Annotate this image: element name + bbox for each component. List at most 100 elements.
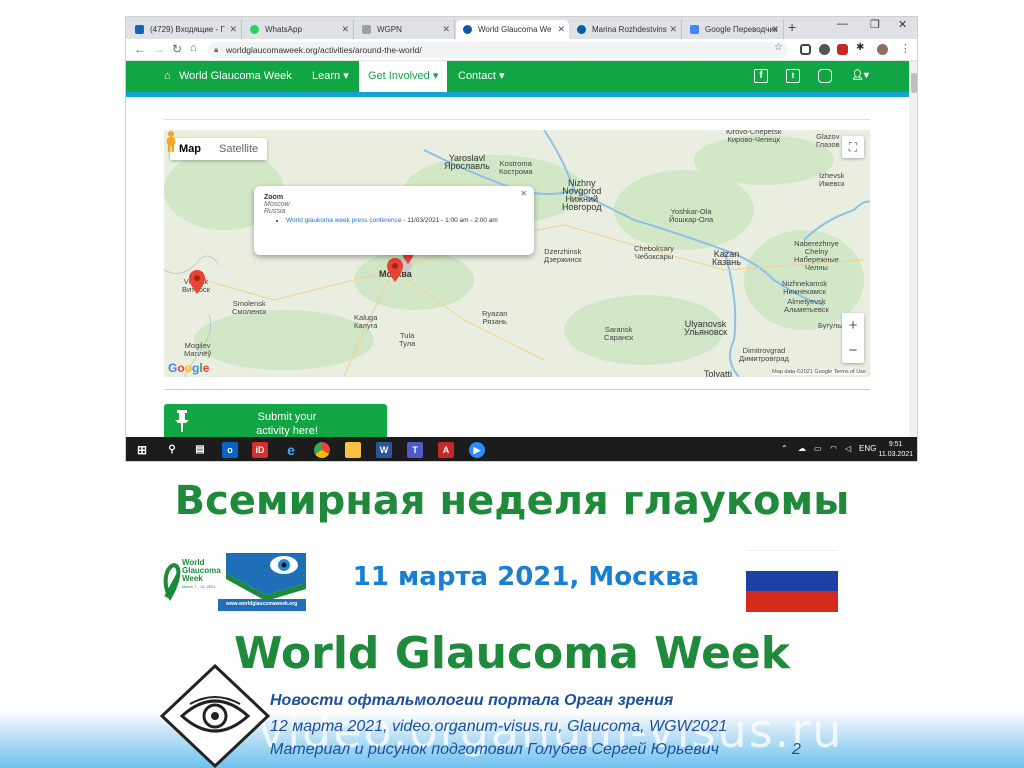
- indesign-icon[interactable]: iD: [252, 442, 268, 458]
- minimize-icon[interactable]: —: [837, 18, 848, 30]
- close-icon[interactable]: ✕: [771, 20, 779, 39]
- zoom-out-button[interactable]: −: [842, 338, 864, 363]
- map-type-control: Map Satellite: [170, 138, 268, 160]
- close-icon[interactable]: ✕: [229, 20, 237, 39]
- battery-icon[interactable]: ▭: [814, 444, 822, 453]
- bookmark-star-icon[interactable]: ☆: [774, 42, 783, 53]
- close-icon[interactable]: ✕: [669, 20, 677, 39]
- chrome-icon[interactable]: [314, 442, 330, 458]
- translate-icon: [690, 25, 699, 34]
- outlook-icon[interactable]: o: [222, 442, 238, 458]
- map-label: Dzerzhinsk Дзержинск: [544, 247, 582, 264]
- language-indicator[interactable]: ENG: [859, 444, 876, 453]
- tab-whatsapp[interactable]: WhatsApp ✕: [243, 20, 354, 39]
- url-bar[interactable]: 🔒︎ worldglaucomaweek.org/activities/arou…: [208, 42, 788, 58]
- cloud-icon[interactable]: ☁: [798, 444, 806, 453]
- extension-icon[interactable]: [819, 44, 830, 55]
- word-icon[interactable]: W: [376, 442, 392, 458]
- avatar[interactable]: [877, 44, 888, 55]
- map-label: Naberezhnye Chelny Набережные Челны: [794, 239, 839, 272]
- map-label: Ulyanovsk Ульяновск: [684, 319, 728, 337]
- russian-flag-icon: [746, 550, 838, 612]
- footer-line-author: Материал и рисунок подготовил Голубев Се…: [270, 741, 719, 758]
- back-icon[interactable]: ←: [134, 42, 146, 56]
- acrobat-icon[interactable]: A: [438, 442, 454, 458]
- brand-link[interactable]: World Glaucoma Week: [179, 61, 292, 92]
- facebook-icon[interactable]: f: [754, 69, 768, 83]
- new-tab-button[interactable]: +: [788, 19, 796, 35]
- file-explorer-icon[interactable]: [345, 442, 361, 458]
- wgw-favicon-icon: [577, 25, 586, 34]
- fullscreen-icon[interactable]: ⛶: [842, 136, 864, 158]
- close-icon[interactable]: ✕: [557, 20, 565, 39]
- instagram-icon[interactable]: [818, 69, 832, 83]
- event-item: World glaukoma week press conference - 1…: [286, 217, 524, 224]
- clock[interactable]: 9:51 11.03.2021: [878, 440, 913, 460]
- pushpin-icon: [175, 410, 189, 432]
- volume-icon[interactable]: ◁: [845, 444, 851, 453]
- tab-inbox[interactable]: (4729) Входящие - Г ✕: [128, 20, 242, 39]
- slide: (4729) Входящие - Г ✕ WhatsApp ✕ WGPN ✕ …: [0, 0, 1024, 768]
- map-attribution[interactable]: Map data ©2021 Google Terms of Use: [772, 369, 866, 375]
- task-view-icon[interactable]: ▤: [192, 442, 208, 458]
- twitter-icon[interactable]: t: [786, 69, 800, 83]
- windows-start-icon[interactable]: ⊞: [134, 442, 150, 458]
- tab-google-translate[interactable]: Google Переводчик ✕: [683, 20, 784, 39]
- map-type-satellite-button[interactable]: Satellite: [210, 138, 267, 160]
- close-window-icon[interactable]: ✕: [898, 18, 907, 31]
- map-label: Ryazan Рязань: [482, 309, 508, 326]
- map-marker-icon[interactable]: [189, 270, 205, 294]
- mail-icon: [135, 25, 144, 34]
- tab-wgpn[interactable]: WGPN ✕: [355, 20, 455, 39]
- nav-get-involved[interactable]: Get Involved ▾: [359, 61, 448, 92]
- world-glaucoma-week-logo: World Glaucoma Week March 7 - 13, 2021 w…: [156, 553, 306, 611]
- teams-icon[interactable]: T: [407, 442, 423, 458]
- forward-icon[interactable]: →: [153, 42, 165, 56]
- lock-icon: 🔒︎: [214, 45, 219, 54]
- user-icon[interactable]: 👤︎▾: [850, 69, 870, 83]
- shield-extension-icon[interactable]: [837, 44, 848, 55]
- close-icon[interactable]: ✕: [341, 20, 349, 39]
- event-link[interactable]: World glaukoma week press conference: [286, 217, 402, 224]
- wifi-icon[interactable]: ◠: [830, 444, 837, 453]
- restore-icon[interactable]: ❐: [870, 18, 880, 31]
- map-label: Izhevsk Ижевск: [819, 171, 845, 188]
- submit-activity-button[interactable]: Submit your activity here!: [164, 404, 387, 437]
- menu-icon[interactable]: ⋮: [900, 42, 911, 55]
- map-label: Kaluga Калуга: [354, 313, 378, 330]
- tab-strip: (4729) Входящие - Г ✕ WhatsApp ✕ WGPN ✕ …: [126, 17, 917, 39]
- scrollbar-thumb[interactable]: [911, 73, 917, 93]
- home-icon[interactable]: ⌂: [190, 42, 197, 54]
- organ-of-vision-eye-logo: [160, 664, 270, 768]
- map-label: Glazov Глазов: [816, 132, 840, 149]
- tab-marina[interactable]: Marina Rozhdestvins ✕: [570, 20, 682, 39]
- windows-taskbar: ⊞ ⚲ ▤ o iD e W T A ▶ ⌃ ☁ ▭ ◠ ◁ ENG 9:51 …: [126, 437, 917, 461]
- zoom-in-button[interactable]: +: [842, 313, 864, 338]
- map-label: Almetyevsk Альметьевск: [784, 297, 829, 314]
- divider: [164, 119, 870, 120]
- close-icon[interactable]: ✕: [520, 189, 527, 198]
- reload-icon[interactable]: ↻: [172, 42, 182, 56]
- scrollbar[interactable]: [909, 61, 917, 437]
- nav-learn[interactable]: Learn ▾: [312, 61, 349, 92]
- chevron-up-icon[interactable]: ⌃: [781, 444, 788, 453]
- puzzle-icon[interactable]: ✱: [856, 42, 864, 53]
- home-icon[interactable]: ⌂: [164, 61, 171, 92]
- street-view-pegman-icon[interactable]: [164, 130, 178, 152]
- pocket-extension-icon[interactable]: [800, 44, 811, 55]
- zoom-app-icon[interactable]: ▶: [469, 442, 485, 458]
- map-info-window: ✕ Zoom Moscow Russia World glaukoma week…: [254, 186, 534, 255]
- map-label: Kostroma Кострома: [499, 159, 533, 176]
- close-icon[interactable]: ✕: [442, 20, 450, 39]
- nav-contact[interactable]: Contact ▾: [458, 61, 505, 92]
- url-text: worldglaucomaweek.org/activities/around-…: [226, 45, 422, 55]
- map-label: Kirovo-Chepetsk Кирово-Чепецк: [726, 130, 782, 144]
- zoom-control: + −: [842, 313, 864, 363]
- search-icon[interactable]: ⚲: [164, 442, 180, 458]
- wgw-heading: World Glaucoma Week: [233, 628, 791, 679]
- internet-explorer-icon[interactable]: e: [283, 442, 299, 458]
- wgw-favicon-icon: [463, 25, 472, 34]
- google-map[interactable]: Kirovo-Chepetsk Кирово-Чепецк Glazov Гла…: [164, 130, 870, 377]
- tab-world-glaucoma-week[interactable]: World Glaucoma We ✕: [456, 20, 569, 39]
- map-label: Yoshkar-Ola Йошкар-Ола: [669, 207, 714, 224]
